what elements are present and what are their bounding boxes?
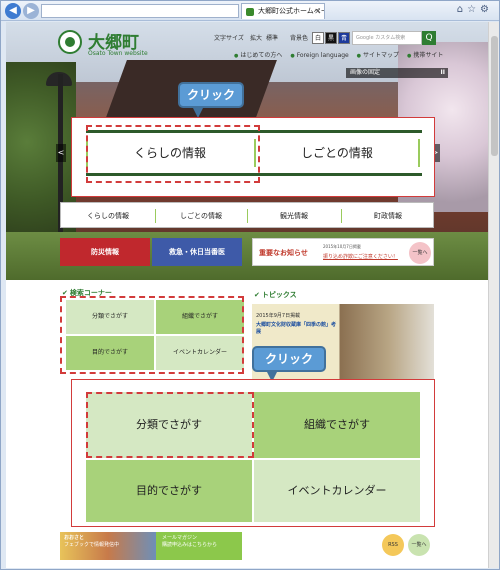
nav-work-info[interactable]: しごとの情報 bbox=[155, 203, 247, 229]
search-button[interactable]: Q bbox=[422, 31, 436, 45]
link-first-visit[interactable]: はじめての方へ bbox=[234, 52, 282, 59]
browser-toolbar: ◀ ▶ 大郷町公式ホームページ ✕ ⌂☆⚙ bbox=[1, 1, 499, 21]
browser-tab[interactable]: 大郷町公式ホームページ ✕ bbox=[241, 3, 325, 19]
scrollbar-thumb[interactable] bbox=[491, 36, 498, 156]
topics-headline: 大郷町文化財収蔵庫「四季の館」考展 bbox=[256, 322, 337, 335]
nav-town-admin-info[interactable]: 町政情報 bbox=[341, 203, 435, 229]
link-foreign-language[interactable]: Foreign language bbox=[290, 52, 348, 59]
rss-button[interactable]: RSS bbox=[382, 534, 404, 556]
click-callout-2: クリック bbox=[252, 346, 326, 382]
link-sitemap[interactable]: サイトマップ bbox=[357, 52, 399, 59]
click-callout-1: クリック bbox=[178, 82, 244, 118]
site-search-input[interactable]: Google カスタム検索 bbox=[352, 31, 422, 45]
address-bar[interactable] bbox=[41, 4, 239, 18]
topics-item[interactable]: 2015年9月7日掲載 大郷町文化財収蔵庫「四季の館」考展 bbox=[256, 312, 340, 335]
notice-link[interactable]: 振り込め詐欺にご注意ください！ bbox=[323, 253, 398, 260]
pause-label: 画像の固定 bbox=[350, 69, 381, 76]
search-by-purpose-button[interactable]: 目的でさがす bbox=[86, 460, 252, 522]
site-logo[interactable]: 大郷町 Osato Town website bbox=[58, 28, 168, 60]
town-emblem-icon bbox=[58, 30, 82, 54]
highlight-search-corner bbox=[60, 296, 244, 374]
font-large-button[interactable]: 拡大 bbox=[250, 32, 262, 46]
slideshow-prev-button[interactable]: < bbox=[56, 144, 66, 162]
font-size-label: 文字サイズ bbox=[214, 35, 244, 42]
close-tab-icon[interactable]: ✕ bbox=[314, 4, 321, 19]
browser-tools-icons[interactable]: ⌂☆⚙ bbox=[457, 4, 493, 15]
disaster-info-button[interactable]: 防災情報 bbox=[60, 238, 150, 266]
highlight-search-by-category bbox=[86, 392, 254, 458]
logo-subtitle: Osato Town website bbox=[88, 50, 148, 57]
page-scrollbar[interactable] bbox=[488, 22, 499, 568]
bg-white-button[interactable]: 白 bbox=[312, 32, 324, 44]
topics-date: 2015年9月7日掲載 bbox=[256, 313, 301, 319]
site-favicon-icon bbox=[246, 8, 254, 16]
bg-black-button[interactable]: 黒 bbox=[325, 32, 337, 44]
menu-work-info[interactable]: しごとの情報 bbox=[256, 133, 418, 173]
pause-icon: II bbox=[440, 69, 445, 76]
forward-button[interactable]: ▶ bbox=[23, 3, 39, 19]
important-notice: 重要なお知らせ 2015年10月7日掲載 振り込め詐欺にご注意ください！ 一覧へ bbox=[252, 238, 434, 266]
font-standard-button[interactable]: 標準 bbox=[266, 32, 278, 46]
global-nav: くらしの情報 しごとの情報 観光情報 町政情報 bbox=[60, 202, 434, 228]
topics-title: トピックス bbox=[254, 290, 297, 300]
mail-magazine-text: メールマガジン 購読申込みはこちらから bbox=[162, 535, 218, 548]
facebook-banner-text: おおさと フェブックで情報発信中 bbox=[64, 535, 120, 548]
back-button[interactable]: ◀ bbox=[5, 3, 21, 19]
nav-tourism-info[interactable]: 観光情報 bbox=[247, 203, 341, 229]
emergency-doctor-button[interactable]: 救急・休日当番医 bbox=[152, 238, 242, 266]
notice-date: 2015年10月7日掲載 bbox=[323, 244, 361, 249]
notice-title: 重要なお知らせ bbox=[259, 249, 308, 257]
bg-color-label: 背景色 bbox=[290, 35, 309, 42]
bg-blue-button[interactable]: 青 bbox=[338, 32, 350, 44]
event-calendar-button[interactable]: イベントカレンダー bbox=[254, 460, 420, 522]
notice-list-button[interactable]: 一覧へ bbox=[409, 242, 431, 264]
search-by-organization-button[interactable]: 組織でさがす bbox=[254, 392, 420, 458]
header-sublinks: はじめての方へ Foreign language サイトマップ 携帯サイト bbox=[234, 50, 449, 59]
slideshow-pause[interactable]: 画像の固定 II bbox=[346, 68, 448, 78]
alert-buttons: 防災情報 救急・休日当番医 bbox=[60, 238, 242, 266]
highlight-living-info bbox=[86, 125, 260, 183]
nav-living-info[interactable]: くらしの情報 bbox=[61, 203, 155, 229]
topics-list-button[interactable]: 一覧へ bbox=[408, 534, 430, 556]
web-page: 大郷町 Osato Town website 文字サイズ 拡大 標準 背景色 白… bbox=[6, 22, 488, 568]
link-mobile-site[interactable]: 携帯サイト bbox=[407, 52, 443, 59]
